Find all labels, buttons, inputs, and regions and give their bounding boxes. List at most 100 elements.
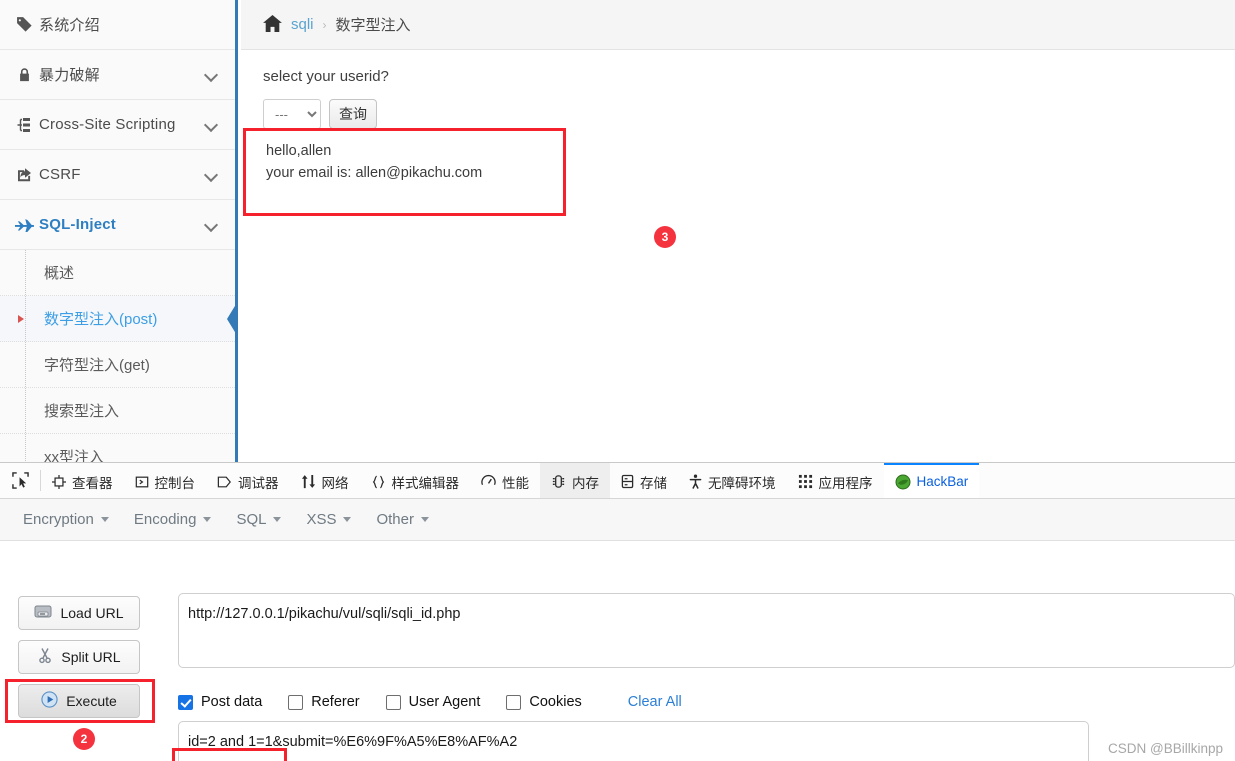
chevron-down-icon[interactable] [205,68,219,82]
menu-other[interactable]: Other [367,506,438,533]
option-referer[interactable]: Referer [288,694,360,710]
sidebar-subitem-label: xx型注入 [44,449,105,462]
sidebar-subitem-xx[interactable]: xx型注入 [0,434,235,462]
split-url-icon [37,647,53,667]
tree-line [25,434,26,462]
button-label: Split URL [61,649,121,665]
userid-select[interactable]: --- [263,99,321,129]
tab-console[interactable]: 控制台 [124,463,207,498]
chevron-down-icon [203,517,212,522]
annotation-frame-execute [5,679,155,723]
result-line-greeting: hello,allen [266,143,332,159]
page-title: select your userid? [263,68,389,85]
tab-storage[interactable]: 存储 [610,463,678,498]
sidebar-item-label: Cross-Site Scripting [39,116,176,133]
tab-label: 应用程序 [818,475,873,491]
tab-label: HackBar [916,474,969,489]
caret-right-icon [18,314,24,323]
split-url-button[interactable]: Split URL [18,640,140,674]
option-post-data[interactable]: Post data [178,694,262,710]
tree-line [25,296,26,341]
chevron-down-icon[interactable] [205,118,219,132]
tab-performance[interactable]: 性能 [470,463,540,498]
chevron-down-icon[interactable] [205,218,219,232]
tab-application[interactable]: 应用程序 [787,463,884,498]
sidebar-subitem-search[interactable]: 搜索型注入 [0,388,235,434]
checkbox-referer[interactable] [288,694,304,710]
query-button[interactable]: 查询 [329,99,377,129]
chevron-down-icon [273,517,282,522]
sidebar-item-sql-inject[interactable]: SQL-Inject [0,200,235,250]
menu-label: Other [376,511,414,528]
sidebar-item-label: SQL-Inject [39,216,117,233]
chevron-down-icon[interactable] [205,168,219,182]
menu-sql[interactable]: SQL [227,506,290,533]
annotation-badge-3: 3 [654,226,676,248]
sidebar-subitem-numeric-post[interactable]: 数字型注入(post) [0,296,235,342]
sidebar-subitem-overview[interactable]: 概述 [0,250,235,296]
chevron-down-icon [100,517,109,522]
sidebar-item-xss[interactable]: Cross-Site Scripting [0,100,235,150]
load-url-button[interactable]: Load URL [18,596,140,630]
main-content: sqli › 数字型注入 select your userid? --- 查询 … [241,0,1235,462]
tab-style-editor[interactable]: 样式编辑器 [360,463,471,498]
storage-icon [621,474,634,489]
element-picker-icon[interactable] [0,463,40,498]
tree-line [25,342,26,387]
network-icon [301,474,316,489]
tab-accessibility[interactable]: 无障碍环境 [678,463,787,498]
sidebar: 系统介绍 暴力破解 Cross-Site Scripting CSRF SQL-… [0,0,238,462]
tab-label: 网络 [321,475,349,491]
load-url-icon [34,604,52,622]
application-icon [798,474,813,489]
tab-debugger[interactable]: 调试器 [206,463,290,498]
sidebar-item-label: 系统介绍 [39,17,100,34]
request-options-row: Post data Referer User Agent Cookies Cle… [178,694,682,710]
tab-inspector[interactable]: 查看器 [41,463,124,498]
devtools-tabbar: 查看器 控制台 调试器 网络 样式编辑器 性能 内存 存储 无障碍环境 应用程序… [0,463,1235,499]
sidebar-subitem-string-get[interactable]: 字符型注入(get) [0,342,235,388]
breadcrumb-separator-icon: › [322,17,327,32]
option-label: Cookies [529,694,582,710]
clear-all-link[interactable]: Clear All [628,694,682,710]
tab-label: 样式编辑器 [391,475,460,491]
tab-label: 调试器 [238,475,279,491]
menu-label: XSS [306,511,337,528]
home-icon[interactable] [263,14,282,35]
post-data-input[interactable] [178,721,1089,761]
sidebar-item-label: 暴力破解 [39,67,100,84]
plane-icon [14,218,34,232]
share-icon [14,167,34,183]
sidebar-subitem-label: 概述 [44,265,75,282]
sidebar-item-csrf[interactable]: CSRF [0,150,235,200]
tab-network[interactable]: 网络 [290,463,360,498]
checkbox-user-agent[interactable] [385,694,401,710]
sidebar-subitem-label: 字符型注入(get) [44,357,150,374]
tab-memory[interactable]: 内存 [540,463,610,498]
sidebar-item-brute-force[interactable]: 暴力破解 [0,50,235,100]
menu-encryption[interactable]: Encryption [14,506,118,533]
tab-hackbar[interactable]: HackBar [883,463,980,498]
url-input[interactable] [178,593,1235,668]
menu-label: Encoding [133,511,197,528]
tab-label: 内存 [572,475,599,491]
menu-xss[interactable]: XSS [297,506,360,533]
sidebar-item-intro[interactable]: 系统介绍 [0,0,235,50]
tag-icon [14,16,34,33]
menu-encoding[interactable]: Encoding [125,506,221,533]
breadcrumb-link-sqli[interactable]: sqli [291,16,314,33]
menu-label: SQL [236,511,267,528]
option-cookies[interactable]: Cookies [506,694,582,710]
watermark: CSDN @BBillkinpp [1108,741,1223,756]
hackbar-icon [895,474,911,490]
result-output-box: hello,allen your email is: allen@pikachu… [243,128,566,216]
option-user-agent[interactable]: User Agent [385,694,480,710]
checkbox-cookies[interactable] [506,694,522,710]
console-icon [135,475,149,489]
hackbar-menubar: Encryption Encoding SQL XSS Other [0,499,1235,541]
memory-icon [551,474,566,489]
checkbox-post-data[interactable] [178,694,193,710]
tab-label: 控制台 [154,475,196,491]
tree-line [25,388,26,433]
active-pointer [227,300,235,337]
